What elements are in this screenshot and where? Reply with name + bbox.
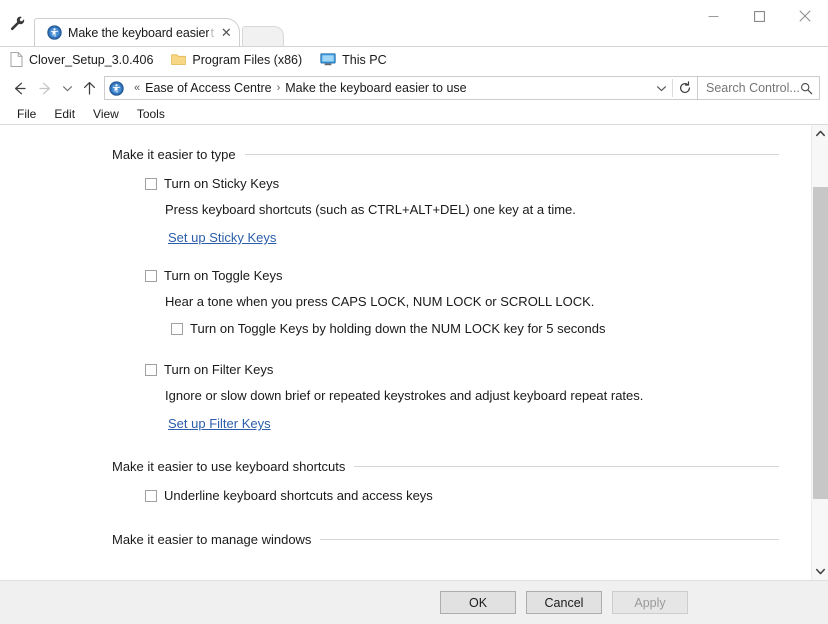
- toggle-keys-checkbox[interactable]: [145, 270, 157, 282]
- forward-button[interactable]: [32, 75, 58, 101]
- menu-tools[interactable]: Tools: [128, 104, 174, 125]
- chevron-down-icon: [62, 85, 72, 91]
- folder-icon: [171, 54, 187, 65]
- filter-keys-description: Ignore or slow down brief or repeated ke…: [165, 388, 644, 403]
- breadcrumb-item-ease-of-access[interactable]: Ease of Access Centre: [145, 81, 271, 95]
- maximize-button[interactable]: [736, 0, 782, 32]
- section-header-windows: Make it easier to manage windows: [112, 532, 791, 547]
- filter-keys-row[interactable]: Turn on Filter Keys: [112, 357, 791, 382]
- toggle-keys-label: Turn on Toggle Keys: [164, 268, 283, 283]
- place-item-clover-setup[interactable]: Clover_Setup_3.0.406: [10, 52, 153, 67]
- menu-view[interactable]: View: [84, 104, 128, 125]
- breadcrumb-separator[interactable]: ›: [277, 82, 281, 94]
- breadcrumb-item-keyboard[interactable]: Make the keyboard easier to use: [285, 81, 466, 95]
- content-area: Turn on Mouse Keys Use the numeric keypa…: [0, 125, 828, 580]
- ease-of-access-icon: [109, 80, 124, 96]
- set-up-filter-keys-link[interactable]: Set up Filter Keys: [168, 416, 271, 432]
- menu-bar: File Edit View Tools: [0, 104, 828, 125]
- menu-file[interactable]: File: [8, 104, 45, 125]
- place-label: This PC: [342, 52, 387, 67]
- section-header-shortcuts-label: Make it easier to use keyboard shortcuts: [112, 459, 346, 474]
- search-input[interactable]: Search Control...: [706, 81, 800, 95]
- apply-button: Apply: [612, 591, 688, 614]
- cancel-button[interactable]: Cancel: [526, 591, 602, 614]
- tab-title: Make the keyboard easier: [68, 25, 210, 40]
- forward-arrow-icon: [38, 82, 50, 94]
- file-icon: [10, 52, 23, 67]
- back-button[interactable]: [6, 75, 32, 101]
- toggle-keys-numlock-label: Turn on Toggle Keys by holding down the …: [190, 321, 606, 336]
- section-header-type-label: Make it easier to type: [112, 147, 236, 162]
- section-divider: [354, 466, 779, 467]
- window-controls: [690, 0, 828, 32]
- dialog-button-bar: OK Cancel Apply: [0, 580, 828, 624]
- section-header-shortcuts: Make it easier to use keyboard shortcuts: [112, 459, 791, 474]
- sticky-keys-description: Press keyboard shortcuts (such as CTRL+A…: [165, 202, 576, 217]
- section-divider: [320, 539, 779, 540]
- place-item-program-files[interactable]: Program Files (x86): [171, 53, 302, 67]
- address-bar: « Ease of Access Centre › Make the keybo…: [0, 72, 828, 104]
- new-tab-button[interactable]: [241, 26, 284, 46]
- underline-shortcuts-label: Underline keyboard shortcuts and access …: [164, 488, 433, 503]
- place-label: Program Files (x86): [192, 52, 303, 67]
- scroll-down-button[interactable]: [812, 563, 828, 580]
- close-button[interactable]: [782, 0, 828, 32]
- clover-browser-window: Make the keyboard easier t ✕ Clover_Setu…: [0, 0, 828, 624]
- places-bar: Clover_Setup_3.0.406 Program Files (x86)…: [0, 46, 828, 72]
- filter-keys-checkbox[interactable]: [145, 364, 157, 376]
- sticky-keys-row[interactable]: Turn on Sticky Keys: [112, 171, 791, 196]
- maximize-icon: [753, 10, 765, 22]
- sticky-keys-label: Turn on Sticky Keys: [164, 176, 280, 191]
- back-arrow-icon: [14, 82, 26, 94]
- search-box[interactable]: Search Control...: [698, 76, 820, 100]
- wrench-icon: [10, 16, 25, 31]
- filter-keys-label: Turn on Filter Keys: [164, 362, 274, 377]
- section-header-windows-label: Make it easier to manage windows: [112, 532, 312, 547]
- settings-wrench-button[interactable]: [0, 6, 34, 46]
- refresh-button[interactable]: [673, 77, 697, 99]
- settings-panel: Turn on Mouse Keys Use the numeric keypa…: [0, 125, 811, 547]
- underline-shortcuts-checkbox[interactable]: [145, 490, 157, 502]
- chevron-up-icon: [816, 130, 825, 137]
- vertical-scrollbar[interactable]: [811, 125, 828, 580]
- toggle-keys-description: Hear a tone when you press CAPS LOCK, NU…: [165, 294, 595, 309]
- close-icon: [799, 10, 811, 22]
- browser-tab-active[interactable]: Make the keyboard easier t ✕: [34, 18, 240, 46]
- minimize-icon: [708, 15, 718, 17]
- tab-title-truncated: t: [210, 25, 214, 40]
- place-label: Clover_Setup_3.0.406: [29, 52, 154, 67]
- menu-edit[interactable]: Edit: [45, 104, 84, 125]
- ease-of-access-icon: [47, 25, 62, 40]
- sticky-keys-checkbox[interactable]: [145, 178, 157, 190]
- place-item-this-pc[interactable]: This PC: [320, 52, 387, 67]
- computer-icon: [320, 53, 336, 66]
- title-bar: Make the keyboard easier t ✕: [0, 0, 828, 46]
- chevron-down-icon: [656, 85, 666, 91]
- set-up-sticky-keys-link[interactable]: Set up Sticky Keys: [168, 230, 276, 246]
- sticky-keys-link-row: Set up Sticky Keys: [112, 218, 791, 247]
- minimize-button[interactable]: [690, 0, 736, 32]
- toggle-keys-numlock-row[interactable]: Turn on Toggle Keys by holding down the …: [171, 316, 791, 341]
- up-arrow-icon: [83, 81, 95, 95]
- toggle-keys-row[interactable]: Turn on Toggle Keys: [112, 263, 791, 288]
- scrollbar-thumb[interactable]: [813, 187, 828, 499]
- breadcrumb: « Ease of Access Centre › Make the keybo…: [129, 81, 650, 95]
- settings-scroll-viewport: Turn on Mouse Keys Use the numeric keypa…: [0, 125, 811, 580]
- address-input[interactable]: « Ease of Access Centre › Make the keybo…: [104, 76, 698, 100]
- underline-shortcuts-row[interactable]: Underline keyboard shortcuts and access …: [112, 483, 791, 508]
- recent-locations-button[interactable]: [58, 75, 76, 101]
- up-button[interactable]: [76, 75, 102, 101]
- search-icon[interactable]: [800, 82, 813, 95]
- breadcrumb-overflow[interactable]: «: [134, 82, 140, 94]
- address-dropdown-button[interactable]: [650, 77, 672, 99]
- scroll-up-button[interactable]: [812, 125, 828, 142]
- refresh-icon: [680, 81, 690, 93]
- chevron-down-icon: [816, 568, 825, 575]
- section-divider: [244, 154, 779, 155]
- tab-close-icon[interactable]: ✕: [221, 26, 232, 39]
- toggle-keys-numlock-checkbox[interactable]: [171, 323, 183, 335]
- section-header-type: Make it easier to type: [112, 147, 791, 162]
- ok-button[interactable]: OK: [440, 591, 516, 614]
- filter-keys-link-row: Set up Filter Keys: [112, 404, 791, 433]
